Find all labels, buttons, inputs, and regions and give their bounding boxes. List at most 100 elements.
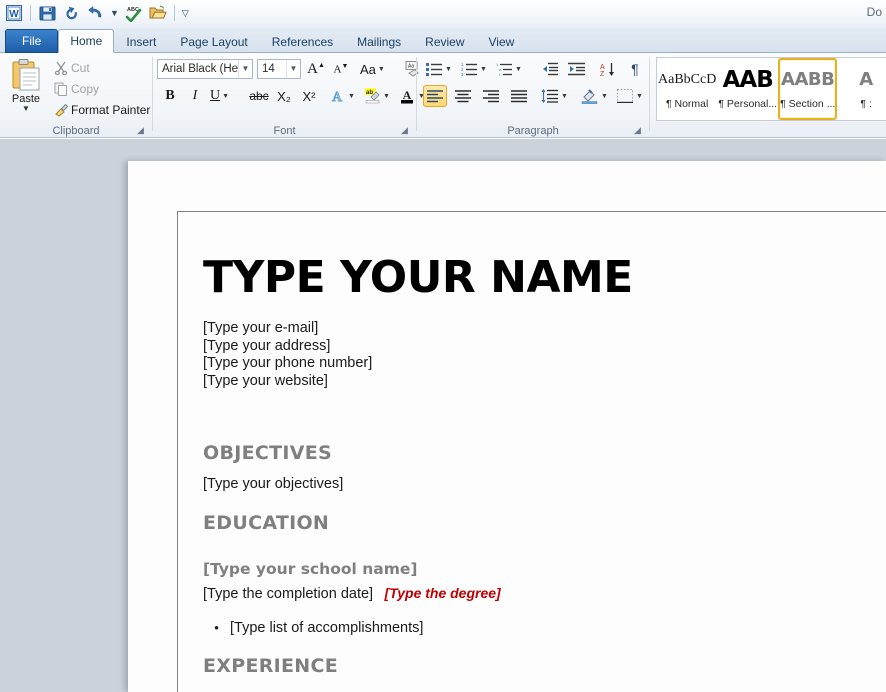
contact-website[interactable]: [Type your website]: [203, 373, 886, 391]
style-name-normal: ¶ Normal: [658, 98, 716, 110]
word-logo-icon[interactable]: W: [3, 2, 25, 24]
change-case-dropdown-icon[interactable]: ▼: [378, 66, 385, 73]
resume-name[interactable]: TYPE YOUR NAME: [203, 256, 886, 300]
format-painter-label: Format Painter: [71, 103, 150, 117]
font-size-combo[interactable]: 14 ▼: [257, 59, 301, 79]
style-item-normal[interactable]: AaBbCcD ¶ Normal: [657, 58, 717, 120]
align-left-button[interactable]: [423, 85, 447, 107]
paragraph-dialog-launcher[interactable]: ◢: [632, 125, 643, 136]
customize-quick-access-toolbar-icon[interactable]: ▽: [180, 8, 191, 19]
font-color-icon: A: [398, 88, 416, 104]
contact-address[interactable]: [Type your address]: [203, 338, 886, 356]
tab-review[interactable]: Review: [413, 30, 476, 53]
paste-button[interactable]: Paste ▼: [6, 57, 46, 123]
font-size-dropdown-icon[interactable]: ▼: [286, 60, 300, 78]
numbering-dropdown-icon[interactable]: ▼: [480, 66, 487, 73]
bullets-button[interactable]: ▼: [423, 58, 453, 80]
section-heading-objectives[interactable]: OBJECTIVES: [203, 442, 886, 464]
bullets-dropdown-icon[interactable]: ▼: [445, 66, 452, 73]
font-dialog-launcher[interactable]: ◢: [399, 125, 410, 136]
style-item-next[interactable]: A ¶ :: [837, 58, 886, 120]
line-spacing-dropdown-icon[interactable]: ▼: [561, 93, 568, 100]
change-case-button[interactable]: Aa ▼: [359, 58, 386, 80]
show-formatting-marks-button[interactable]: ¶: [624, 58, 646, 80]
superscript-button[interactable]: X²: [298, 85, 320, 107]
accomplishments-bullet-row: • [Type list of accomplishments]: [203, 619, 886, 637]
copy-button[interactable]: Copy: [50, 79, 100, 98]
ribbon-group-clipboard: Paste ▼ Cut: [0, 53, 152, 138]
tab-file[interactable]: File: [5, 29, 58, 53]
font-name-dropdown-icon[interactable]: ▼: [238, 60, 252, 78]
section-heading-education[interactable]: EDUCATION: [203, 512, 886, 534]
document-page[interactable]: TYPE YOUR NAME [Type your e-mail] [Type …: [128, 161, 886, 692]
undo-icon[interactable]: [84, 2, 106, 24]
cut-button[interactable]: Cut: [50, 58, 91, 77]
redo-icon[interactable]: [60, 2, 82, 24]
text-highlight-button[interactable]: ab ▼: [362, 85, 391, 107]
highlight-dropdown-icon[interactable]: ▼: [383, 93, 390, 100]
contact-phone[interactable]: [Type your phone number]: [203, 355, 886, 373]
multilevel-list-dropdown-icon[interactable]: ▼: [515, 66, 522, 73]
underline-dropdown-icon[interactable]: ▼: [222, 93, 229, 100]
school-name[interactable]: [Type your school name]: [203, 560, 886, 578]
degree[interactable]: [Type the degree]: [385, 585, 501, 601]
subscript-button[interactable]: X₂: [273, 85, 295, 107]
clipboard-dialog-launcher[interactable]: ◢: [135, 125, 146, 136]
accomplishments-text[interactable]: [Type list of accomplishments]: [230, 619, 423, 637]
document-workspace[interactable]: TYPE YOUR NAME [Type your e-mail] [Type …: [0, 139, 886, 692]
education-detail-line: [Type the completion date] [Type the deg…: [203, 585, 886, 603]
save-icon[interactable]: [36, 2, 58, 24]
copy-label: Copy: [71, 82, 99, 96]
italic-button[interactable]: I: [184, 85, 206, 107]
undo-dropdown-icon[interactable]: ▼: [108, 8, 121, 18]
shrink-font-button[interactable]: A▼: [330, 58, 352, 80]
style-item-personal[interactable]: AAB ¶ Personal...: [717, 58, 778, 120]
text-effects-dropdown-icon[interactable]: ▼: [348, 93, 355, 100]
objectives-body[interactable]: [Type your objectives]: [203, 475, 886, 493]
align-left-icon: [427, 90, 443, 103]
ribbon: Paste ▼ Cut: [0, 53, 886, 138]
style-preview-next: A: [838, 68, 886, 92]
tab-insert[interactable]: Insert: [114, 30, 168, 53]
shading-button[interactable]: ▼: [579, 85, 609, 107]
completion-date[interactable]: [Type the completion date]: [203, 586, 373, 602]
styles-gallery[interactable]: AaBbCcD ¶ Normal AAB ¶ Personal... AABB …: [656, 57, 886, 121]
grow-font-button[interactable]: A▲: [305, 58, 327, 80]
style-item-section[interactable]: AABB ¶ Section ...: [778, 58, 837, 120]
tab-view[interactable]: View: [477, 30, 527, 53]
decrease-indent-button[interactable]: [537, 58, 561, 80]
ribbon-group-styles: AaBbCcD ¶ Normal AAB ¶ Personal... AABB …: [650, 53, 886, 138]
increase-indent-button[interactable]: [564, 58, 588, 80]
tab-page-layout[interactable]: Page Layout: [168, 30, 259, 53]
line-spacing-icon: [540, 89, 559, 103]
numbering-button[interactable]: 123 ▼: [458, 58, 488, 80]
underline-button[interactable]: U ▼: [209, 85, 230, 107]
paste-dropdown-icon[interactable]: ▼: [22, 105, 30, 112]
section-heading-experience[interactable]: EXPERIENCE: [203, 655, 886, 677]
style-preview-normal: AaBbCcD: [658, 68, 716, 92]
format-painter-button[interactable]: Format Painter: [50, 100, 151, 119]
borders-button[interactable]: ▼: [614, 85, 644, 107]
shading-dropdown-icon[interactable]: ▼: [601, 93, 608, 100]
sort-button[interactable]: A Z: [595, 58, 619, 80]
line-spacing-button[interactable]: ▼: [539, 85, 569, 107]
tab-references[interactable]: References: [260, 30, 345, 53]
open-icon[interactable]: [147, 2, 169, 24]
tab-mailings[interactable]: Mailings: [345, 30, 413, 53]
align-right-button[interactable]: [479, 85, 503, 107]
spelling-grammar-icon[interactable]: ABC: [123, 2, 145, 24]
multilevel-list-button[interactable]: 1ai ▼: [493, 58, 523, 80]
contact-email[interactable]: [Type your e-mail]: [203, 320, 886, 338]
style-name-section: ¶ Section ...: [780, 98, 835, 110]
align-center-button[interactable]: [451, 85, 475, 107]
justify-button[interactable]: [507, 85, 531, 107]
bold-button[interactable]: B: [159, 85, 181, 107]
font-name-combo[interactable]: Arial Black (Hea ▼: [157, 59, 253, 79]
paintbrush-icon: [51, 100, 71, 119]
decrease-indent-icon: [541, 62, 558, 76]
strikethrough-button[interactable]: abc: [248, 85, 270, 107]
bold-icon: B: [165, 88, 174, 104]
text-effects-button[interactable]: A ▼: [327, 85, 356, 107]
borders-dropdown-icon[interactable]: ▼: [636, 93, 643, 100]
tab-home[interactable]: Home: [58, 29, 114, 53]
